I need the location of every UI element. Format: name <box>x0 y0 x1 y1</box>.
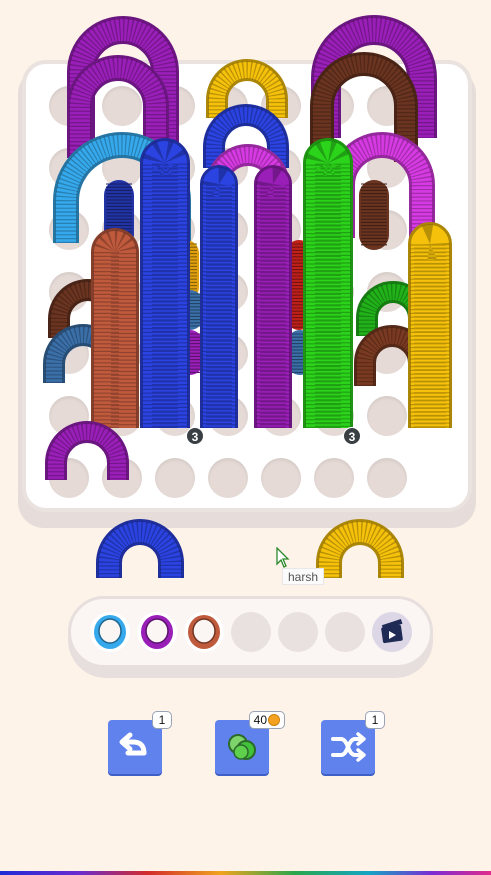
light-blue-coil-icon <box>94 615 126 649</box>
empty-peg[interactable] <box>261 458 301 498</box>
yellow-coil-tower[interactable] <box>408 222 452 450</box>
empty-peg[interactable] <box>367 458 407 498</box>
empty-peg[interactable] <box>208 458 248 498</box>
undo-count-badge: 1 <box>152 711 172 729</box>
empty-peg[interactable] <box>314 458 354 498</box>
blue-coil-tower[interactable] <box>140 138 190 450</box>
tray-slot-light-blue-coil[interactable] <box>90 612 130 652</box>
tooltip: harsh <box>282 568 325 585</box>
green-coil-tower[interactable] <box>303 138 353 450</box>
tray-slot-empty[interactable] <box>325 612 365 652</box>
coin-icon <box>268 714 280 726</box>
brown-coil-stack[interactable] <box>359 180 389 250</box>
undo-button[interactable]: 1 <box>108 711 172 774</box>
empty-peg[interactable] <box>367 396 407 436</box>
tray-slot-empty[interactable] <box>278 612 318 652</box>
sort-cost-value: 40 <box>253 713 267 727</box>
stack-count-badge-right: 3 <box>343 427 361 445</box>
tray-slot-empty[interactable] <box>231 612 271 652</box>
empty-peg[interactable] <box>155 458 195 498</box>
terracotta-coil-tower[interactable] <box>91 228 139 445</box>
clapperboard-icon <box>381 619 403 644</box>
sort-cost-badge: 40 <box>248 711 285 729</box>
terracotta-coil-icon <box>188 615 220 649</box>
blue-coil-floating[interactable] <box>96 519 184 593</box>
tray-slot-terracotta-coil[interactable] <box>184 612 224 652</box>
tray-slot-locked[interactable] <box>372 612 412 652</box>
purple-coil-tower[interactable] <box>254 165 292 447</box>
sort-balls-button[interactable]: 40 <box>215 711 285 774</box>
blue-coil-tower[interactable] <box>200 165 238 447</box>
yellow-coil-floating[interactable] <box>316 519 404 593</box>
holding-tray <box>68 596 433 678</box>
stack-count-badge-left: 3 <box>186 427 204 445</box>
tray-slot-purple-coil[interactable] <box>137 612 177 652</box>
shuffle-button[interactable]: 1 <box>321 711 385 774</box>
purple-coil-arch[interactable] <box>45 421 129 493</box>
purple-coil-icon <box>141 615 173 649</box>
shuffle-count-badge: 1 <box>365 711 385 729</box>
bottom-color-strip <box>0 871 491 875</box>
